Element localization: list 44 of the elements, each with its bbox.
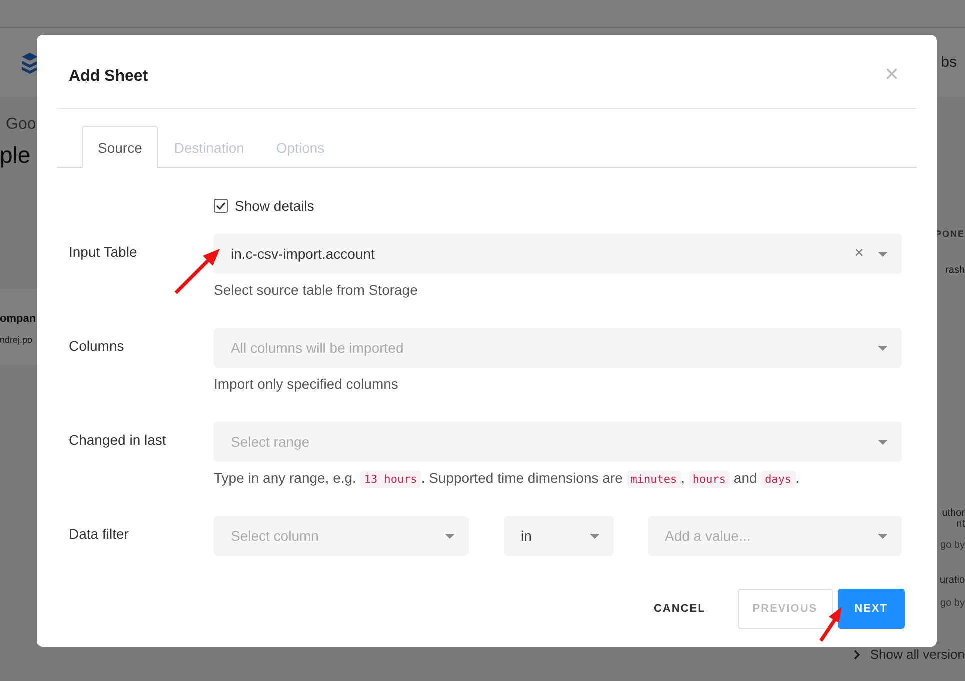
tab[interactable]: Options — [260, 126, 341, 168]
annotation-arrow — [818, 604, 844, 644]
tab[interactable]: Source — [82, 126, 158, 168]
page-text: ompan — [0, 313, 37, 325]
checkbox-label[interactable]: Show details — [235, 198, 314, 214]
dropdown-icon — [590, 534, 600, 538]
chevron-icon — [854, 650, 862, 660]
select-field[interactable]: Select range — [214, 422, 902, 462]
help-text: Type in any range, e.g. 13 hours . Supported time dimensions are minutes , hours and days . — [214, 470, 801, 486]
field-label: Input Table — [69, 243, 138, 260]
page-text: ndrej.po — [0, 335, 34, 345]
select-field[interactable]: in.c-csv-import.account × — [214, 234, 902, 274]
select-field[interactable]: Select column — [214, 516, 469, 556]
dropdown-icon — [878, 534, 888, 538]
select-field[interactable]: Add a value... — [648, 516, 902, 556]
help-text: Select source table from Storage — [214, 282, 419, 298]
close-button[interactable]: × — [878, 60, 905, 88]
page-text: uratio — [940, 575, 965, 586]
dropdown-icon — [878, 440, 888, 444]
breadcrumb-link[interactable]: Goo — [6, 116, 37, 134]
select-field[interactable]: All columns will be imported — [214, 328, 902, 368]
cancel-button[interactable]: CANCEL — [638, 589, 721, 629]
select-field[interactable]: in — [504, 516, 614, 556]
next-button[interactable]: NEXT — [838, 589, 905, 629]
page-text: uthor — [942, 508, 965, 519]
help-text: Import only specified columns — [214, 376, 400, 392]
dialog-title: Add Sheet — [69, 68, 148, 86]
page-text: go by — [940, 540, 965, 551]
clear-button[interactable]: × — [854, 245, 864, 263]
checkbox[interactable] — [214, 199, 228, 213]
page-text: nt — [956, 519, 965, 530]
dropdown-icon — [878, 252, 888, 256]
layers-logo-icon — [22, 52, 38, 74]
field-label: Data filter — [69, 525, 130, 542]
tab[interactable]: Destination — [158, 126, 260, 168]
dropdown-icon — [878, 346, 888, 350]
dropdown-icon — [445, 534, 455, 538]
page-title: ple — [0, 142, 32, 169]
nav-link[interactable]: bs — [941, 54, 957, 71]
field-label: Changed in last — [69, 431, 168, 448]
show-all-link[interactable]: Show all version — [854, 647, 965, 662]
page-text: go by — [940, 598, 965, 609]
page-text: rash — [946, 265, 965, 276]
field-label: Columns — [69, 337, 126, 354]
